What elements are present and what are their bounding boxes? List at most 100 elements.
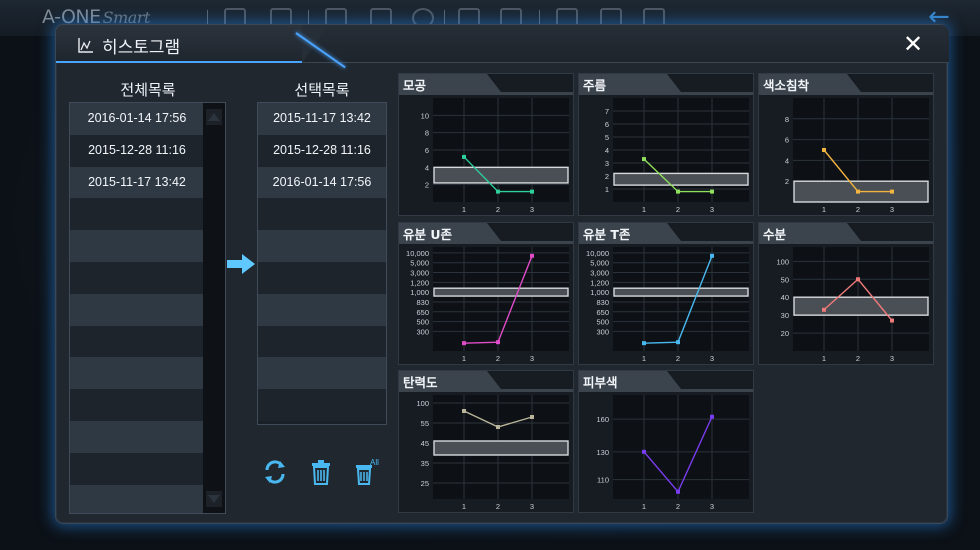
full-list-item[interactable] [70, 420, 204, 453]
delete-button[interactable] [307, 457, 335, 487]
selected-list-rows: 2015-11-17 13:42 2015-12-28 11:16 2016-01-… [258, 103, 386, 421]
x-tick-label: 1 [462, 354, 466, 363]
x-tick-label: 2 [496, 354, 500, 363]
selected-list-item[interactable] [258, 389, 386, 421]
selected-list[interactable]: 2015-11-17 13:42 2015-12-28 11:16 2016-01-… [257, 102, 387, 425]
scroll-up-icon[interactable] [206, 109, 222, 125]
normal-range-band [613, 172, 749, 186]
chart-panel: 주름 7 6 5 4 3 2 1 1 2 3 [578, 73, 754, 216]
full-list-item[interactable] [70, 357, 204, 390]
x-tick-label: 1 [822, 205, 826, 214]
data-point [856, 189, 860, 194]
data-point [710, 414, 714, 419]
normal-range-band [793, 296, 929, 316]
selected-list-item[interactable] [258, 357, 386, 390]
scroll-down-icon[interactable] [206, 491, 222, 507]
data-point [530, 253, 534, 258]
data-point [642, 341, 646, 346]
histogram-dialog: 히스토그램 ✕ 전체목록 2016-01-14 17:56 2015-12-28 … [55, 24, 949, 524]
x-tick-label: 3 [530, 502, 534, 511]
y-tick-label: 2 [425, 181, 429, 190]
normal-range-band [433, 440, 569, 456]
y-tick-label: 100 [416, 399, 429, 408]
selected-list-item[interactable] [258, 325, 386, 358]
y-tick-label: 40 [781, 293, 789, 302]
selected-list-item[interactable]: 2015-12-28 11:16 [258, 134, 386, 167]
y-tick-label: 6 [425, 146, 429, 155]
data-point [676, 189, 680, 194]
y-tick-label: 3,000 [590, 269, 609, 278]
selected-list-item[interactable] [258, 230, 386, 262]
x-tick-label: 1 [822, 354, 826, 363]
y-tick-label: 500 [596, 318, 609, 327]
x-tick-label: 2 [496, 205, 500, 214]
y-tick-label: 100 [776, 257, 789, 266]
chart-svg: 10,0005,0003,0001,2001,000830650500300 1 2… [406, 247, 569, 363]
full-list-item[interactable] [70, 452, 204, 485]
y-tick-label: 300 [416, 327, 429, 336]
x-tick-label: 3 [710, 205, 714, 214]
selected-list-item[interactable] [258, 293, 386, 326]
chart-panel: 피부색 160 130 110 1 2 3 [578, 370, 754, 513]
y-tick-label: 5,000 [410, 259, 429, 268]
chart-svg: 7 6 5 4 3 2 1 1 2 3 [605, 98, 749, 214]
full-list-item[interactable] [70, 484, 204, 513]
selected-list-heading: 선택목록 [294, 81, 350, 99]
y-tick-label: 500 [416, 318, 429, 327]
x-tick-label: 3 [890, 205, 894, 214]
full-list-item[interactable]: 2015-11-17 13:42 [70, 166, 204, 199]
y-tick-label: 2 [605, 172, 609, 181]
data-point [642, 449, 646, 454]
chart-panel: 탄력도 100 55 45 35 25 1 2 3 [398, 370, 574, 513]
y-tick-label: 7 [605, 107, 609, 116]
full-list-item[interactable] [70, 261, 204, 294]
full-list-scrollbar[interactable] [203, 103, 225, 513]
y-tick-label: 50 [781, 275, 789, 284]
data-point [822, 307, 826, 312]
data-point [462, 409, 466, 413]
refresh-button[interactable] [261, 457, 289, 487]
full-list-heading: 전체목록 [120, 81, 176, 99]
full-list-item[interactable]: 2016-01-14 17:56 [70, 103, 204, 135]
x-tick-label: 2 [676, 205, 680, 214]
full-list-item[interactable]: 2015-12-28 11:16 [70, 134, 204, 167]
y-tick-label: 8 [425, 129, 429, 138]
selected-list-item[interactable] [258, 261, 386, 294]
x-tick-label: 1 [642, 502, 646, 511]
data-point [676, 489, 680, 494]
y-tick-label: 55 [421, 419, 429, 428]
move-right-arrow-icon[interactable] [226, 253, 256, 275]
chart-panel: 유분 T존 10,000 5,000 3,000 1,200 1,000 830 650 500… [578, 222, 754, 365]
y-tick-label: 1,200 [590, 278, 609, 287]
x-tick-label: 3 [890, 354, 894, 363]
normal-range-band [613, 287, 749, 297]
selected-list-item[interactable] [258, 198, 386, 231]
full-list-item[interactable] [70, 293, 204, 326]
y-tick-label: 3 [605, 159, 609, 168]
selected-list-item[interactable]: 2015-11-17 13:42 [258, 103, 386, 135]
full-list-item[interactable] [70, 325, 204, 358]
data-point [530, 189, 534, 194]
full-list-item[interactable] [70, 198, 204, 231]
y-tick-label: 2 [785, 177, 789, 186]
y-tick-label: 6 [605, 120, 609, 129]
x-tick-label: 2 [856, 205, 860, 214]
screen: A-ONE Smart ← 히스토그램 ✕ 전체목록 2016-01-14 17… [0, 0, 980, 550]
chart-svg: 8 6 4 2 1 2 3 [785, 98, 929, 214]
close-button[interactable]: ✕ [902, 32, 924, 56]
data-point [856, 277, 860, 282]
selected-list-item[interactable]: 2016-01-14 17:56 [258, 166, 386, 199]
y-tick-label: 1,200 [410, 278, 429, 287]
delete-all-label: All [370, 458, 379, 467]
full-list[interactable]: 2016-01-14 17:56 2015-12-28 11:16 2015-11-… [69, 102, 226, 514]
y-tick-label: 5 [605, 133, 609, 142]
full-list-item[interactable] [70, 389, 204, 421]
y-tick-label: 45 [421, 439, 429, 448]
data-point [462, 341, 466, 346]
full-list-item[interactable] [70, 230, 204, 262]
chart-svg: 100 55 45 35 25 1 2 3 [416, 395, 569, 511]
y-tick-label: 30 [781, 311, 789, 320]
y-tick-label: 4 [785, 156, 789, 165]
histogram-icon [78, 38, 93, 53]
delete-all-button[interactable]: All [353, 457, 381, 487]
